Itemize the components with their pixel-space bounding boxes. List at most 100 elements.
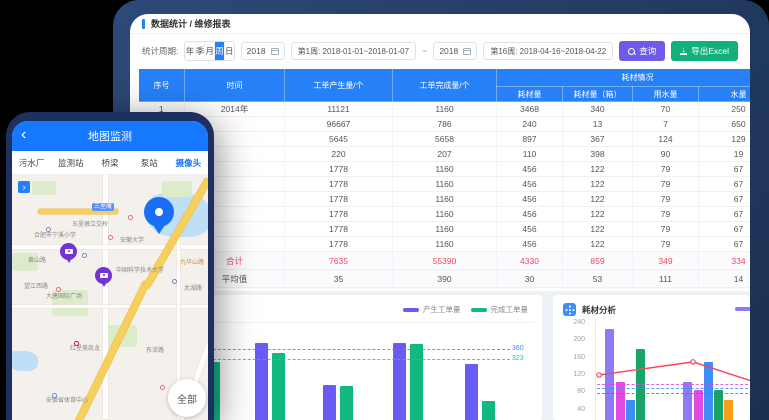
subcol: 用水量 <box>633 87 699 102</box>
chart-bar <box>465 364 478 420</box>
phone-tab-bar: 污水厂监测站桥梁泵站摄像头 <box>12 151 208 175</box>
map-park <box>162 181 192 197</box>
filter-toolbar: 统计周期: 年季月周日 2018 第1周: 2018-01-01~2018-01… <box>130 35 750 67</box>
y-axis-tick: 120 <box>567 371 585 378</box>
map-label: 安徽大学 <box>120 235 144 244</box>
chart-legend: 产生工单量完成工单量 <box>403 304 528 315</box>
y-axis-tick: 240 <box>567 319 585 326</box>
chart-bar <box>272 353 285 420</box>
reference-line <box>597 393 750 394</box>
year-start-select[interactable]: 2018 <box>241 42 285 60</box>
y-axis-tick: 160 <box>567 354 585 361</box>
map-canvas[interactable]: › 全部 三里庵五里墩立交桥合肥市宁溪小学安徽大学黄山路中国科学技术大学望江西路… <box>12 175 208 420</box>
y-axis-line <box>595 319 596 420</box>
col-completed: 工单完成量/个 <box>393 69 497 102</box>
show-all-button[interactable]: 全部 <box>168 379 206 417</box>
chart-bar <box>704 362 713 420</box>
table-row: 8177811604561227967 <box>139 207 751 222</box>
map-label: 望江西路 <box>24 281 48 290</box>
breadcrumb: 数据统计 / 维修报表 <box>151 17 231 30</box>
camera-pin[interactable] <box>95 267 112 284</box>
table-row: 9177811604561227967 <box>139 222 751 237</box>
range-separator: ~ <box>422 46 427 56</box>
legend-swatch <box>403 308 419 312</box>
legend-item: 完成工单量 <box>471 304 529 315</box>
table-row: 10177811604561227967 <box>139 237 751 252</box>
table-total-row: 合计7635553904330859349334 <box>139 252 751 270</box>
reference-line-label: 360 <box>512 345 542 352</box>
phone-tab-监测站[interactable]: 监测站 <box>51 157 90 169</box>
subcol: 水量 <box>699 87 751 102</box>
phone-tab-摄像头[interactable]: 摄像头 <box>169 157 208 169</box>
map-poi-marker <box>46 227 51 232</box>
map-label: 黄山路 <box>28 255 46 264</box>
year-start-value: 2018 <box>247 46 266 56</box>
period-button-季[interactable]: 季 <box>195 42 205 60</box>
period-button-周[interactable]: 周 <box>214 42 224 60</box>
map-poi-marker <box>128 215 133 220</box>
calendar-icon <box>463 48 471 55</box>
reference-line-label: 323 <box>512 355 542 362</box>
period-button-日[interactable]: 日 <box>224 42 234 60</box>
map-poi-marker <box>74 341 79 346</box>
phone-tab-泵站[interactable]: 泵站 <box>130 157 169 169</box>
dashboard-panel: 数据统计 / 维修报表 统计周期: 年季月周日 2018 第1周: 2018-0… <box>130 14 750 420</box>
map-poi-marker <box>56 287 61 292</box>
col-time: 时间 <box>185 69 285 102</box>
phone-tab-污水厂[interactable]: 污水厂 <box>12 157 51 169</box>
year-end-value: 2018 <box>439 46 458 56</box>
breadcrumb-accent <box>142 19 145 29</box>
search-button[interactable]: 查询 <box>619 41 665 61</box>
period-button-月[interactable]: 月 <box>204 42 214 60</box>
phone-mockup: ‹ 地图监测 污水厂监测站桥梁泵站摄像头 › <box>6 112 214 420</box>
chart-bar <box>255 343 268 420</box>
chart-bar <box>340 386 353 420</box>
chart-title: 耗材分析 <box>582 304 616 316</box>
back-icon[interactable]: ‹ <box>21 125 26 145</box>
expand-icon[interactable]: › <box>18 181 30 193</box>
table-row: 5177811604561227967 <box>139 162 751 177</box>
col-created: 工单产生量/个 <box>285 69 393 102</box>
export-button-label: 导出Excel <box>691 45 729 57</box>
y-axis-tick: 80 <box>567 388 585 395</box>
map-poi-marker <box>52 393 57 398</box>
phone-screen: ‹ 地图监测 污水厂监测站桥梁泵站摄像头 › <box>12 121 208 420</box>
chart-bar <box>605 329 614 420</box>
period-group: 年季月周日 <box>184 41 234 61</box>
phone-tab-桥梁[interactable]: 桥梁 <box>90 157 129 169</box>
chart-bar <box>482 401 495 420</box>
map-poi-marker <box>108 235 113 240</box>
map-poi-marker <box>172 279 177 284</box>
week-start-input[interactable]: 第1周: 2018-01-01~2018-01-07 <box>291 42 416 60</box>
table-row: 42202071103989019 <box>139 147 751 162</box>
chart-bar <box>714 390 723 420</box>
map-poi-marker <box>160 385 165 390</box>
col-group-consumables: 耗材情况 <box>497 69 751 87</box>
map-label: 合肥市宁溪小学 <box>34 230 76 239</box>
map-park <box>32 181 56 195</box>
map-label: 太湖路 <box>184 283 202 292</box>
table-row: 296667786240137650 <box>139 117 751 132</box>
chart-bar <box>626 400 635 420</box>
legend-swatch <box>471 308 487 312</box>
breadcrumb-row: 数据统计 / 维修报表 <box>130 14 750 34</box>
period-button-年[interactable]: 年 <box>185 42 194 60</box>
week-end-input[interactable]: 第16周: 2018-04-16~2018-04-22 <box>483 42 613 60</box>
year-end-select[interactable]: 2018 <box>433 42 477 60</box>
map-label: 大唐国际广场 <box>46 291 82 300</box>
table-row: 12014年111211160346834070250 <box>139 102 751 117</box>
report-table: 序号 时间 工单产生量/个 工单完成量/个 耗材情况 耗材量耗材量（箱）用水量水… <box>138 68 750 288</box>
table-header: 序号 时间 工单产生量/个 工单完成量/个 耗材情况 耗材量耗材量（箱）用水量水… <box>139 69 751 102</box>
table-body: 12014年1112111603468340702502966677862401… <box>139 102 751 288</box>
map-label: 东流路 <box>146 345 164 354</box>
selected-camera-pin[interactable] <box>144 197 174 227</box>
camera-pin[interactable] <box>60 243 77 260</box>
legend-swatch-partial <box>735 307 750 311</box>
map-poi-marker <box>82 253 87 258</box>
export-excel-button[interactable]: ↓ 导出Excel <box>671 41 738 61</box>
reference-line <box>597 384 750 385</box>
map-label: 九华山路 <box>180 257 204 266</box>
screenshot-stage: 数据统计 / 维修报表 统计周期: 年季月周日 2018 第1周: 2018-0… <box>0 0 769 420</box>
search-button-label: 查询 <box>639 45 656 57</box>
chart-bar <box>724 400 733 420</box>
